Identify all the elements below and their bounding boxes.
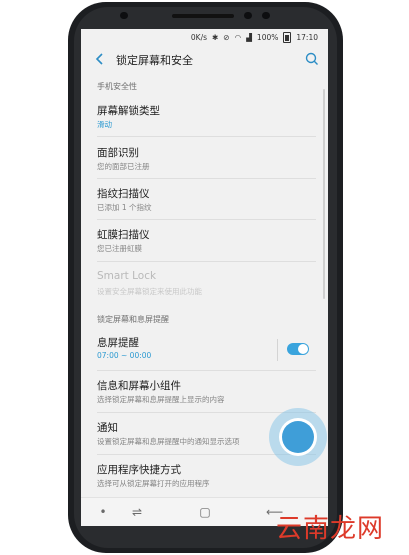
setting-title: 面部识别	[97, 147, 139, 159]
bluetooth-icon: ✱	[212, 33, 219, 42]
watermark-logo: 云南龙网	[276, 514, 385, 544]
setting-title: 信息和屏幕小组件	[97, 380, 181, 392]
setting-subtitle: 您已注册虹膜	[97, 244, 142, 253]
mute-icon: ⊘	[223, 33, 230, 42]
front-camera	[244, 12, 252, 19]
signal-icon: ▟	[246, 33, 252, 42]
toggle-knob	[298, 344, 308, 354]
setting-subtitle: 选择可从锁定屏幕打开的应用程序	[97, 479, 210, 488]
setting-smart-lock: Smart Lock 设置安全屏幕锁定来使用此功能	[81, 270, 328, 298]
status-bar: 0K/s ✱ ⊘ ◠ ▟ 100% 17:10	[81, 29, 328, 46]
page-title: 锁定屏幕和安全	[116, 54, 193, 67]
setting-title: 屏幕解锁类型	[97, 105, 160, 117]
setting-face-recognition[interactable]: 面部识别 您的面部已注册	[81, 145, 328, 173]
scrollbar[interactable]	[323, 89, 325, 299]
chevron-left-icon	[95, 53, 103, 65]
front-sensor	[120, 12, 128, 19]
home-button[interactable]: ▢	[197, 505, 213, 519]
setting-app-shortcuts[interactable]: 应用程序快捷方式 选择可从锁定屏幕打开的应用程序	[81, 462, 328, 490]
section-header-lock-screen: 锁定屏幕和息屏提醒	[97, 315, 169, 324]
battery-percent: 100%	[256, 33, 279, 42]
always-on-display-toggle[interactable]	[287, 343, 309, 355]
clock: 17:10	[296, 33, 318, 42]
network-speed: 0K/s	[190, 33, 207, 42]
setting-subtitle: 您的面部已注册	[97, 162, 150, 171]
section-header-phone-security: 手机安全性	[97, 82, 137, 91]
setting-title: 虹膜扫描仪	[97, 229, 150, 241]
setting-title: 指纹扫描仪	[97, 188, 150, 200]
setting-info-widgets[interactable]: 信息和屏幕小组件 选择锁定屏幕和息屏提醒上显示的内容	[81, 378, 328, 406]
setting-screen-lock-type[interactable]: 屏幕解锁类型 滑动	[81, 103, 328, 131]
setting-subtitle: 07:00 ~ 00:00	[97, 351, 152, 360]
setting-iris-scanner[interactable]: 虹膜扫描仪 您已注册虹膜	[81, 227, 328, 255]
divider	[97, 136, 316, 137]
setting-subtitle: 设置锁定屏幕和息屏提醒中的通知显示选项	[97, 437, 240, 446]
search-icon	[305, 52, 318, 65]
recent-apps-button[interactable]: ⇌	[129, 505, 145, 519]
divider	[97, 178, 316, 179]
earpiece	[172, 14, 234, 18]
dot-icon: •	[99, 505, 107, 519]
wifi-icon: ◠	[234, 33, 242, 42]
setting-subtitle: 设置安全屏幕锁定来使用此功能	[97, 287, 202, 296]
setting-subtitle: 已添加 1 个指纹	[97, 203, 152, 212]
setting-subtitle: 滑动	[97, 120, 112, 129]
divider	[97, 219, 316, 220]
phone-screen: 0K/s ✱ ⊘ ◠ ▟ 100% 17:10 锁定屏幕和安全 手机安全性 屏幕…	[81, 29, 328, 526]
toggle-separator	[277, 339, 278, 361]
battery-icon	[283, 32, 292, 43]
touch-indicator	[282, 421, 314, 453]
search-button[interactable]	[304, 51, 320, 67]
app-bar: 锁定屏幕和安全	[81, 46, 328, 72]
divider	[97, 261, 316, 262]
setting-title: 通知	[97, 422, 118, 434]
setting-fingerprint-scanner[interactable]: 指纹扫描仪 已添加 1 个指纹	[81, 186, 328, 214]
setting-subtitle: 选择锁定屏幕和息屏提醒上显示的内容	[97, 395, 225, 404]
iris-sensor	[262, 12, 270, 19]
setting-title: Smart Lock	[97, 270, 157, 282]
setting-title: 应用程序快捷方式	[97, 464, 181, 476]
back-button[interactable]	[92, 51, 108, 67]
setting-title: 息屏提醒	[97, 337, 139, 349]
divider	[97, 370, 316, 371]
